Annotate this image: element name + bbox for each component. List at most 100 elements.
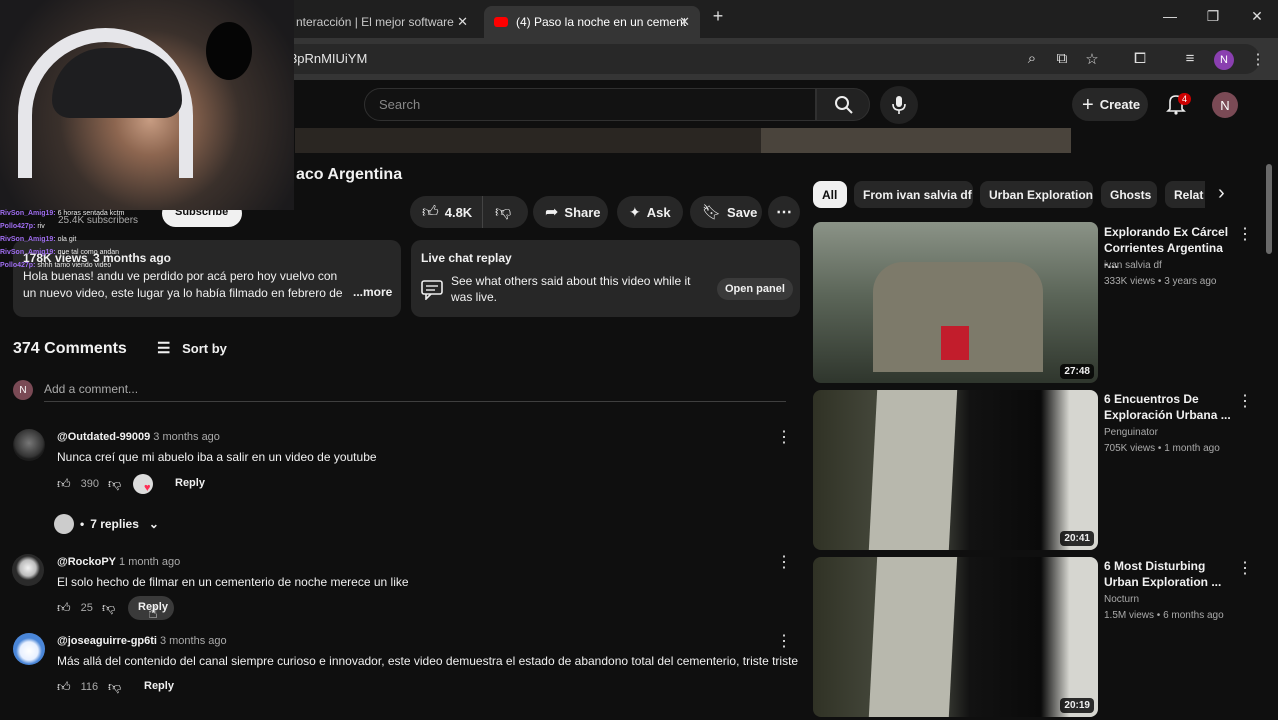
- bookmark-icon: 🔖︎: [702, 204, 722, 221]
- like-button[interactable]: 👍︎ 4.8K: [410, 196, 482, 228]
- search-input[interactable]: Search: [364, 88, 816, 121]
- comment-like-button[interactable]: 👍︎ 25: [57, 600, 93, 616]
- video-thumbnail[interactable]: 20:41: [813, 390, 1098, 550]
- video-player[interactable]: [295, 128, 1071, 153]
- live-chat-description: See what others said about this video wh…: [451, 274, 691, 304]
- account-avatar[interactable]: N: [1212, 92, 1238, 118]
- comment-like-count: 25: [80, 602, 93, 614]
- commenter-avatar[interactable]: [13, 633, 45, 665]
- related-video-title: 6 Encuentros De Exploración Urbana ...: [1104, 392, 1231, 422]
- voice-search-button[interactable]: [880, 86, 918, 124]
- more-actions-button[interactable]: ⋯: [768, 196, 800, 228]
- video-thumbnail[interactable]: 27:48: [813, 222, 1098, 383]
- related-video-meta: 1.5M views • 6 months ago: [1104, 610, 1224, 621]
- comment-menu-icon[interactable]: ⋮: [776, 631, 792, 651]
- reply-button[interactable]: Reply: [175, 477, 205, 489]
- related-video-channel: Nocturn: [1104, 594, 1140, 605]
- close-window-icon[interactable]: ✕: [1245, 8, 1269, 25]
- creator-heart-avatar: ♥: [133, 474, 153, 494]
- share-button[interactable]: ➦ Share: [533, 196, 608, 228]
- media-queue-icon[interactable]: ≡: [1180, 50, 1200, 67]
- create-button[interactable]: + Create: [1072, 88, 1148, 121]
- comment-author[interactable]: @joseaguirre-gp6ti 3 months ago: [57, 635, 227, 647]
- related-video-title: 6 Most Disturbing Urban Exploration ...: [1104, 559, 1222, 589]
- heart-icon: ♥: [144, 482, 151, 494]
- comment-dislike-button[interactable]: 👎︎: [102, 600, 115, 616]
- chevron-down-icon: ⌄: [148, 517, 159, 531]
- chip-from-channel[interactable]: From ivan salvia df: [854, 181, 973, 208]
- comment-author[interactable]: @RockoPY 1 month ago: [57, 556, 180, 568]
- comment-menu-icon[interactable]: ⋮: [776, 427, 792, 447]
- save-button[interactable]: 🔖︎ Save: [690, 196, 762, 228]
- add-comment-input[interactable]: Add a comment...: [44, 382, 138, 396]
- close-tab-icon[interactable]: ✕: [457, 14, 468, 30]
- microphone-icon: [892, 96, 906, 114]
- chat-message: 6 horas sentada kctm: [57, 210, 125, 217]
- chip-all[interactable]: All: [813, 181, 847, 208]
- comment-like-button[interactable]: 👍︎ 116: [57, 679, 98, 695]
- omnibox[interactable]: [260, 44, 1260, 74]
- browser-menu-icon[interactable]: ⋮: [1248, 50, 1268, 68]
- comment-menu-icon[interactable]: ⋮: [776, 552, 792, 572]
- open-panel-button[interactable]: Open panel: [717, 278, 793, 300]
- video-menu-icon[interactable]: ⋮: [1237, 558, 1253, 578]
- thumbs-down-icon: 👎︎: [108, 476, 122, 491]
- comment-like-button[interactable]: 👍︎ 390: [57, 476, 99, 492]
- save-label: Save: [727, 204, 758, 220]
- chat-user: Pollo427p:: [0, 223, 36, 230]
- search-icon: [835, 96, 853, 114]
- thumbs-down-icon: 👎︎: [102, 600, 116, 615]
- sort-label: Sort by: [182, 341, 227, 356]
- comment-text: Nunca creí que mi abuelo iba a salir en …: [57, 450, 377, 464]
- browser-profile-avatar[interactable]: N: [1214, 50, 1234, 70]
- description-more-link[interactable]: ...more: [353, 285, 392, 299]
- comment-author-name: @RockoPY: [57, 556, 117, 568]
- chat-message: ola git: [57, 236, 77, 243]
- comment-time: 3 months ago: [159, 635, 227, 647]
- notification-count-badge: 4: [1178, 93, 1192, 105]
- extensions-icon[interactable]: ⧠: [1130, 50, 1150, 67]
- chips-next-chevron-icon[interactable]: ›: [1218, 182, 1225, 205]
- browser-tab-active[interactable]: (4) Paso la noche en un cement ✕: [484, 6, 700, 38]
- reply-author-avatar: [54, 514, 74, 534]
- ask-button[interactable]: ✦ Ask: [617, 196, 683, 228]
- chat-message: riv: [37, 223, 45, 230]
- like-count: 4.8K: [444, 204, 473, 220]
- tab-title: (4) Paso la noche en un cement: [516, 15, 687, 29]
- commenter-avatar[interactable]: [13, 429, 45, 461]
- comment-author[interactable]: @Outdated-99009 3 months ago: [57, 431, 220, 443]
- search-placeholder: Search: [379, 97, 421, 112]
- comment-dislike-button[interactable]: 👎︎: [108, 679, 121, 695]
- bookmark-star-icon[interactable]: ☆: [1082, 50, 1102, 68]
- chip-urban-exploration[interactable]: Urban Exploration: [980, 181, 1093, 208]
- video-thumbnail[interactable]: 20:19: [813, 557, 1098, 717]
- search-button[interactable]: [816, 88, 870, 121]
- zoom-icon[interactable]: ⌕: [1022, 50, 1042, 67]
- comment-dislike-button[interactable]: 👎︎: [108, 476, 121, 492]
- video-menu-icon[interactable]: ⋮: [1237, 224, 1253, 244]
- chip-ghosts[interactable]: Ghosts: [1101, 181, 1157, 208]
- minimize-icon[interactable]: —: [1158, 8, 1182, 24]
- chip-related[interactable]: Relat: [1165, 181, 1205, 208]
- restore-icon[interactable]: ❐: [1201, 8, 1225, 25]
- thumbs-up-icon: 👍︎: [422, 203, 439, 221]
- video-menu-icon[interactable]: ⋮: [1237, 391, 1253, 411]
- dislike-button[interactable]: 👎︎: [482, 196, 528, 228]
- close-tab-icon[interactable]: ✕: [679, 14, 690, 30]
- install-app-icon[interactable]: ⧉: [1052, 50, 1072, 67]
- bullet-separator: •: [80, 517, 85, 531]
- new-tab-plus-icon[interactable]: +: [706, 6, 730, 27]
- page-scrollbar[interactable]: [1266, 164, 1272, 254]
- view-replies-button[interactable]: • 7 replies ⌄: [54, 514, 159, 534]
- reply-button[interactable]: Reply: [144, 680, 174, 692]
- url-text[interactable]: 3pRnMIUiYM: [290, 51, 367, 66]
- comment-time: 1 month ago: [119, 556, 181, 568]
- browser-tab-inactive[interactable]: nteracción | El mejor software ✕: [286, 6, 478, 38]
- thumbs-up-icon: 👍︎: [57, 476, 71, 491]
- commenter-avatar[interactable]: [12, 554, 44, 586]
- stream-chat-line: RivSon_Amig19: 6 horas sentada kctm: [0, 210, 125, 217]
- chat-bubble-icon: [421, 280, 443, 300]
- create-label: Create: [1099, 97, 1141, 112]
- sort-by-button[interactable]: ☰ Sort by: [157, 339, 227, 357]
- thumbs-down-icon: 👎︎: [495, 203, 512, 221]
